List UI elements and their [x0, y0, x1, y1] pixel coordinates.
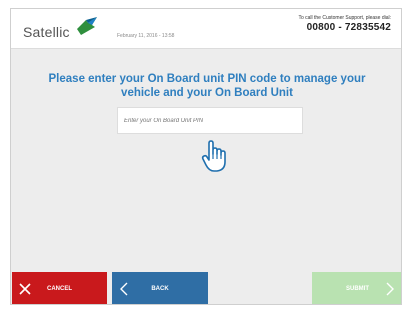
- pin-instruction: Please enter your On Board unit PIN code…: [31, 72, 383, 100]
- main-content: Please enter your On Board unit PIN code…: [11, 49, 401, 264]
- customer-support: To call the Customer Support, please dia…: [298, 15, 391, 34]
- cancel-button[interactable]: CANCEL: [12, 272, 107, 304]
- satellic-logo-mark-icon: [77, 17, 97, 35]
- logo-text: Satellic: [23, 24, 70, 40]
- pin-instruction-line-2: vehicle and your On Board Unit: [121, 87, 293, 99]
- header-date: February 11, 2016 - 13:58: [117, 33, 175, 39]
- pin-instruction-line-1: Please enter your On Board unit PIN code…: [48, 73, 366, 85]
- submit-button[interactable]: SUBMIT: [312, 272, 401, 304]
- cancel-button-label: CANCEL: [47, 286, 72, 292]
- support-label: To call the Customer Support, please dia…: [298, 15, 391, 21]
- chevron-right-icon: [386, 282, 394, 296]
- support-phone-number: 00800 - 72835542: [306, 22, 391, 33]
- back-button-label: BACK: [151, 286, 169, 292]
- header-bar: Satellic February 11, 2016 - 13:58 To ca…: [11, 9, 401, 49]
- hand-pointer-icon: [201, 140, 226, 172]
- pin-input[interactable]: [117, 107, 303, 134]
- back-button[interactable]: BACK: [112, 272, 208, 304]
- kiosk-screen: Satellic February 11, 2016 - 13:58 To ca…: [10, 8, 402, 305]
- action-bar: CANCEL BACK SUBMIT: [11, 272, 401, 304]
